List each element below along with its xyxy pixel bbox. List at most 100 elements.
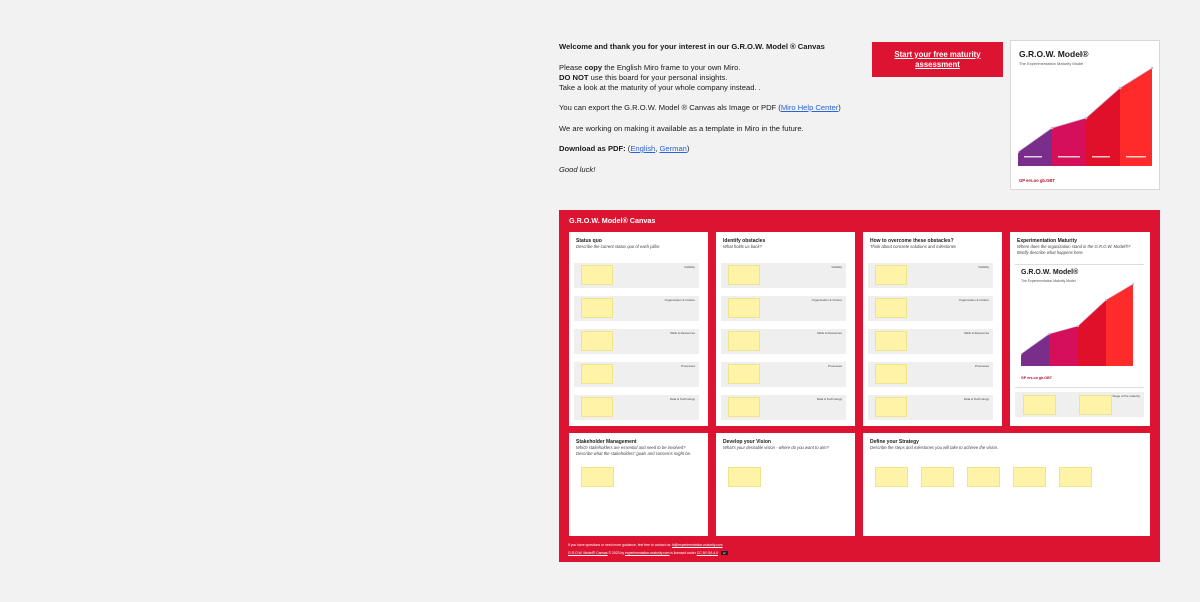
footer-license-text: is licensed under [669, 551, 697, 555]
line1-b: copy [584, 62, 603, 72]
panel-description: What's your desirable vision - where do … [723, 445, 829, 450]
sticky-note[interactable] [1013, 467, 1046, 487]
canvas-title: G.R.O.W. Model® Canvas [569, 216, 656, 225]
pillar-label: Organization & Culture [664, 298, 695, 302]
grow-model-preview-card[interactable]: G.R.O.W. Model® The Experimentation Matu… [1010, 40, 1160, 190]
footer-contact-text: If you have questions or need more guida… [568, 543, 673, 547]
pillar-label: Skills & Resources [963, 331, 989, 335]
footer-license-text: © 2023 by [607, 551, 626, 555]
footer-contact: If you have questions or need more guida… [568, 543, 723, 547]
panel-description: What holds us back? [723, 244, 762, 249]
pillar-row: Skills & Resources [721, 329, 846, 354]
panel-description: Which stakeholders are essential and nee… [576, 445, 692, 456]
pillar-label: Organization & Culture [958, 298, 989, 302]
sticky-note[interactable] [875, 265, 907, 285]
export-text: You can export the G.R.O.W. Model ® Canv… [559, 103, 859, 113]
sticky-note[interactable] [728, 467, 761, 487]
panel-develop-vision: Develop your Vision What's your desirabl… [716, 433, 855, 536]
pillar-label: Data & Technology [963, 397, 989, 401]
sticky-note[interactable] [967, 467, 1000, 487]
sticky-note[interactable] [1079, 395, 1112, 415]
cc-license-icon: cc [720, 551, 728, 555]
pillar-row: Organization & Culture [868, 296, 993, 321]
pillar-row: Data & Technology [721, 395, 846, 420]
grow-canvas-frame: G.R.O.W. Model® Canvas Status quo Descri… [559, 210, 1160, 562]
sticky-note[interactable] [1059, 467, 1092, 487]
sticky-note[interactable] [875, 298, 907, 318]
sticky-note[interactable] [875, 467, 908, 487]
panel-description: Describe the steps and milestones you wi… [870, 445, 999, 450]
copy-instructions: Please copy the English Miro frame to yo… [559, 63, 859, 93]
sticky-note[interactable] [728, 397, 760, 417]
pillar-label: Visibility [684, 265, 695, 269]
sticky-note[interactable] [581, 265, 613, 285]
pillar-label: Organization & Culture [811, 298, 842, 302]
maturity-curve-graphic [1018, 66, 1154, 166]
sticky-note[interactable] [728, 265, 760, 285]
download-label: Download as PDF: [559, 144, 626, 153]
pillar-row: Data & Technology [574, 395, 699, 420]
pillar-row: Skills & Resources [868, 329, 993, 354]
sticky-note[interactable] [728, 331, 760, 351]
download-german-link[interactable]: German [659, 144, 686, 153]
pillar-row: Processes [721, 362, 846, 387]
sticky-note[interactable] [921, 467, 954, 487]
footer-license: G.R.O.W. Model® Canvas © 2023 by experim… [568, 551, 728, 555]
sticky-note[interactable] [581, 298, 613, 318]
panel-status-quo: Status quo Describe the current status q… [569, 232, 708, 426]
maturity-card-footer: GP ers.oo gb.GBT [1021, 376, 1052, 380]
pillar-label: Processes [827, 364, 842, 368]
welcome-heading: Welcome and thank you for your interest … [559, 42, 825, 51]
download-text: Download as PDF: (English, German) [559, 144, 859, 154]
export-b: ) [838, 103, 841, 112]
pillar-label: Visibility [978, 265, 989, 269]
panel-identify-obstacles: Identify obstacles What holds us back? V… [716, 232, 855, 426]
pillar-row: Processes [868, 362, 993, 387]
sticky-note[interactable] [728, 298, 760, 318]
divider [1015, 387, 1144, 388]
pillar-row: Visibility [721, 263, 846, 288]
sticky-note[interactable] [875, 331, 907, 351]
maturity-stage-row: Stage of the maturity [1015, 392, 1144, 417]
pillar-label: Skills & Resources [669, 331, 695, 335]
pillar-row: Visibility [574, 263, 699, 288]
pillar-row: Skills & Resources [574, 329, 699, 354]
sticky-note[interactable] [728, 364, 760, 384]
sticky-note[interactable] [581, 331, 613, 351]
line1-c: the English Miro frame to your own Miro. [602, 62, 741, 72]
panel-stakeholder-management: Stakeholder Management Which stakeholder… [569, 433, 708, 536]
line2-a: DO NOT [559, 72, 589, 82]
pillar-label: Data & Technology [669, 397, 695, 401]
site-link[interactable]: experimentation-maturity.com [625, 551, 669, 555]
sticky-note[interactable] [581, 397, 613, 417]
sticky-note[interactable] [581, 364, 613, 384]
panel-define-strategy: Define your Strategy Describe the steps … [863, 433, 1150, 536]
good-luck-text: Good luck! [559, 164, 596, 174]
pillar-row: Data & Technology [868, 395, 993, 420]
pillar-row: Processes [574, 362, 699, 387]
sticky-note[interactable] [875, 364, 907, 384]
maturity-card-title: G.R.O.W. Model® [1021, 269, 1079, 276]
sticky-note[interactable] [875, 397, 907, 417]
stage-label: Stage of the maturity [1112, 394, 1140, 398]
miro-help-link[interactable]: Miro Help Center [781, 103, 838, 112]
pillar-row: Organization & Culture [574, 296, 699, 321]
contact-email-link[interactable]: hi@experimentation-maturity.com [672, 543, 723, 547]
license-link[interactable]: CC BY-SA 4.0 [697, 551, 718, 555]
template-text: We are working on making it available as… [559, 123, 804, 133]
divider [1015, 264, 1144, 265]
intro-text: Welcome and thank you for your interest … [559, 42, 859, 185]
export-a: You can export the G.R.O.W. Model ® Canv… [559, 103, 781, 112]
pillar-label: Skills & Resources [816, 331, 842, 335]
pillar-row: Visibility [868, 263, 993, 288]
sticky-note[interactable] [1023, 395, 1056, 415]
card-footer: GP ers.oo gb.GBT [1019, 178, 1055, 183]
pillar-label: Processes [974, 364, 989, 368]
pillar-row: Organization & Culture [721, 296, 846, 321]
line1-a: Please [559, 62, 585, 72]
sticky-note[interactable] [581, 467, 614, 487]
maturity-assessment-button[interactable]: Start your free maturity assessment [872, 42, 1003, 77]
pillar-label: Processes [680, 364, 695, 368]
canvas-link[interactable]: G.R.O.W. Model® Canvas [568, 551, 608, 555]
download-english-link[interactable]: English [630, 144, 655, 153]
